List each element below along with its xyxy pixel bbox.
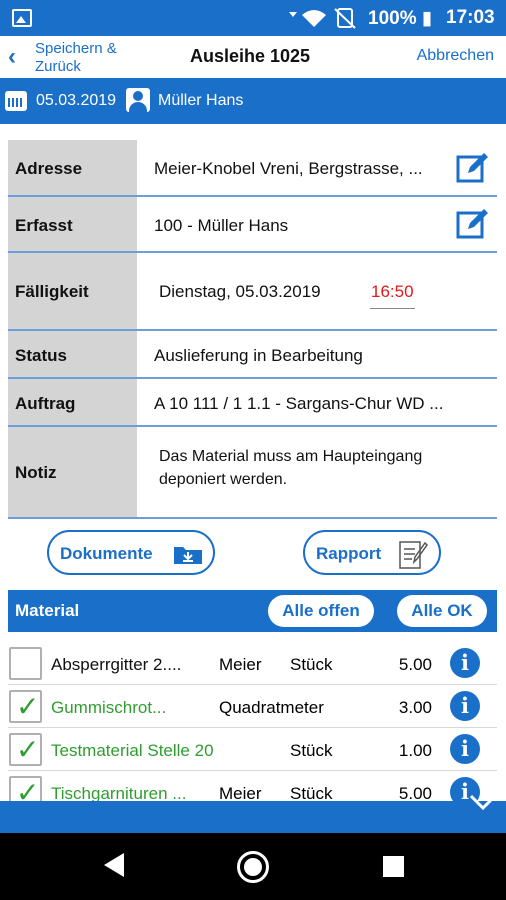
material-header: Material Alle offen Alle OK [8, 590, 497, 632]
status-label-cell: Status [8, 331, 137, 377]
save-back-label: Speichern & Zurück [35, 40, 117, 75]
edit-recorded-icon[interactable] [456, 207, 489, 240]
material-checkbox[interactable] [9, 647, 42, 680]
calendar-icon [5, 91, 27, 111]
order-label: Auftrag [15, 394, 76, 413]
status-value: Auslieferung in Bearbeitung [154, 346, 363, 365]
material-name: Gummischrot... [51, 698, 167, 717]
due-label-cell: Fälligkeit [8, 253, 137, 329]
recorded-label-cell: Erfasst [8, 197, 137, 251]
report-edit-icon [399, 541, 428, 569]
cancel-button[interactable]: Abbrechen [417, 47, 494, 65]
status-icons [288, 7, 362, 34]
info-bar: 05.03.2019 Müller Hans [0, 78, 506, 124]
material-checkbox[interactable]: ✓ [9, 690, 42, 723]
user-icon [126, 88, 150, 112]
note-row[interactable]: Notiz Das Material muss am Haupteingang … [8, 427, 497, 519]
due-row: Fälligkeit Dienstag, 05.03.2019 16:50 [8, 253, 497, 331]
order-row[interactable]: Auftrag A 10 111 / 1 1.1 - Sargans-Chur … [8, 379, 497, 427]
material-name: Testmaterial Stelle 20 [51, 741, 214, 760]
material-supplier: Meier [219, 784, 262, 801]
due-label: Fälligkeit [15, 282, 89, 301]
chevron-down-icon[interactable] [468, 790, 498, 812]
page-title: Ausleihe 1025 [190, 46, 311, 66]
recorded-value: 100 - Müller Hans [154, 216, 289, 235]
save-back-button[interactable]: ‹ Speichern & Zurück [8, 39, 138, 75]
all-ok-button[interactable]: Alle OK [397, 595, 487, 627]
material-unit: Quadratmeter [219, 698, 324, 717]
battery-charging-icon: ▮ [421, 8, 433, 29]
info-icon[interactable]: i [450, 734, 480, 764]
report-label: Rapport [316, 544, 382, 563]
material-title: Material [15, 601, 80, 620]
address-label: Adresse [15, 159, 83, 178]
system-home-icon[interactable] [237, 851, 269, 883]
material-checkbox[interactable]: ✓ [9, 733, 42, 766]
nav-bar: ‹ Speichern & Zurück Ausleihe 1025 Abbre… [0, 36, 506, 78]
system-back-icon[interactable] [104, 853, 124, 877]
note-label: Notiz [15, 463, 57, 482]
material-name: Tischgarnituren ... [51, 784, 187, 801]
status-bar: 100% ▮ 17:03 [0, 0, 506, 36]
material-qty: 3.00 [398, 698, 432, 717]
folder-download-icon [174, 547, 202, 564]
material-qty: 5.00 [398, 655, 432, 674]
documents-label: Dokumente [60, 544, 153, 563]
material-row[interactable]: ✓ Tischgarnituren ... Meier Stück 5.00 i [8, 771, 497, 801]
clock: 17:03 [446, 7, 495, 28]
material-row[interactable]: ✓ Testmaterial Stelle 20 Stück 1.00 i [8, 728, 497, 771]
info-user: Müller Hans [158, 92, 244, 109]
note-value: Das Material muss am Haupteingang deponi… [159, 448, 423, 488]
checkmark-icon: ✓ [16, 777, 40, 802]
system-recents-icon[interactable] [383, 856, 404, 877]
info-icon[interactable]: i [450, 691, 480, 721]
material-row[interactable]: ✓ Gummischrot... Quadratmeter 3.00 i [8, 685, 497, 728]
material-unit: Stück [290, 655, 333, 674]
material-unit: Stück [290, 784, 333, 801]
due-date-field[interactable]: Dienstag, 05.03.2019 [159, 282, 321, 302]
status-label: Status [15, 346, 67, 365]
wifi-icon [289, 8, 356, 29]
material-list: Absperrgitter 2.... Meier Stück 5.00 i ✓… [8, 640, 497, 801]
address-label-cell: Adresse [8, 140, 137, 195]
material-name: Absperrgitter 2.... [51, 655, 182, 674]
due-time-field[interactable]: 16:50 [370, 282, 415, 309]
info-icon[interactable]: i [450, 648, 480, 678]
info-date: 05.03.2019 [36, 92, 117, 109]
material-qty: 1.00 [398, 741, 432, 760]
chevron-left-icon: ‹ [8, 43, 16, 70]
address-value: Meier-Knobel Vreni, Bergstrasse, ... [154, 159, 423, 178]
checkmark-icon: ✓ [16, 734, 40, 765]
material-row[interactable]: Absperrgitter 2.... Meier Stück 5.00 i [8, 642, 497, 685]
address-row[interactable]: Adresse Meier-Knobel Vreni, Bergstrasse,… [8, 140, 497, 197]
material-unit: Stück [290, 741, 333, 760]
report-button[interactable]: Rapport [303, 530, 441, 575]
checkmark-icon: ✓ [16, 691, 40, 722]
bottom-bar [0, 801, 506, 833]
material-checkbox[interactable]: ✓ [9, 776, 42, 801]
documents-button[interactable]: Dokumente [47, 530, 215, 575]
all-open-button[interactable]: Alle offen [268, 595, 374, 627]
details-table: Adresse Meier-Knobel Vreni, Bergstrasse,… [8, 140, 497, 519]
material-qty: 5.00 [398, 784, 432, 801]
edit-address-icon[interactable] [456, 151, 489, 184]
note-label-cell: Notiz [8, 427, 137, 517]
battery-level: 100% ▮ [368, 8, 433, 29]
recorded-label: Erfasst [15, 216, 73, 235]
status-row: Status Auslieferung in Bearbeitung [8, 331, 497, 379]
photo-notification-icon [12, 9, 32, 27]
system-nav-bar [0, 833, 506, 900]
material-supplier: Meier [219, 655, 262, 674]
order-value: A 10 111 / 1 1.1 - Sargans-Chur WD ... [154, 394, 444, 413]
recorded-row[interactable]: Erfasst 100 - Müller Hans [8, 197, 497, 253]
order-label-cell: Auftrag [8, 379, 137, 425]
